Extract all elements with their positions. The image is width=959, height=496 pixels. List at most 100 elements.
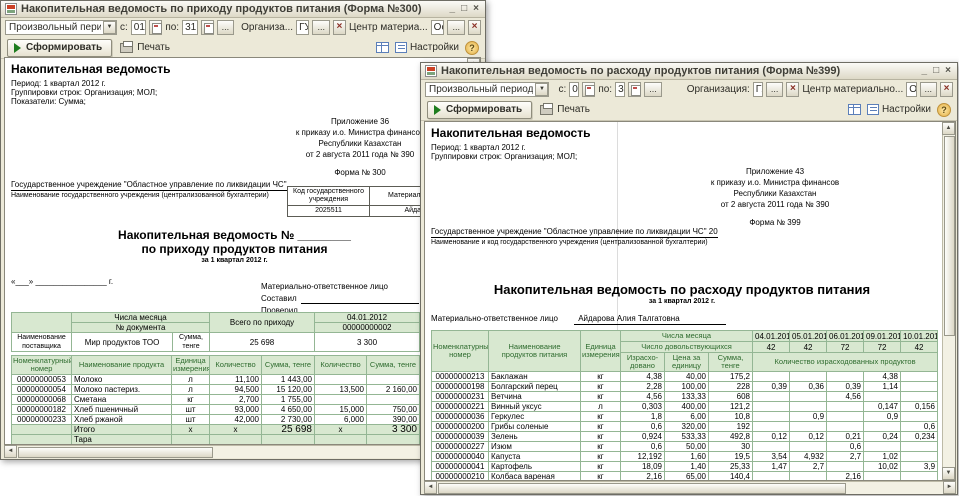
period-more-button[interactable]: ... [644, 82, 662, 97]
date-from-input[interactable]: 01.01.2012 [131, 20, 147, 35]
organization-clear-icon[interactable]: × [333, 20, 346, 35]
cell: 00000000054 [12, 385, 72, 395]
scrollbar-thumb[interactable] [438, 483, 846, 494]
filter-bar: Произвольный период ▼ с: 01.01.2012 по: … [421, 80, 957, 99]
date-from-input[interactable]: 01.01.2012 [569, 82, 579, 97]
material-center-field[interactable]: Основной скла [906, 82, 916, 97]
cell: 3,9 [901, 462, 938, 472]
cell: 0,6 [621, 442, 665, 452]
made-by-label: Составил [261, 294, 297, 304]
generate-button[interactable]: Сформировать [7, 39, 112, 57]
cell: 13,500 [315, 385, 367, 395]
material-center-field[interactable]: Основной [431, 20, 445, 35]
cell [262, 435, 315, 445]
horizontal-scrollbar[interactable]: ◄ ► [4, 445, 481, 458]
chevron-down-icon[interactable]: ▼ [103, 21, 116, 34]
cell: 0,924 [621, 432, 665, 442]
cell: 0,6 [827, 442, 864, 452]
date-to-input[interactable]: 31.03.2012 [615, 82, 625, 97]
cell: 0,12 [790, 432, 827, 442]
material-center-clear-icon[interactable]: × [468, 20, 481, 35]
table-view-icon[interactable] [376, 42, 389, 53]
vertical-scrollbar[interactable]: ▲ ▼ [942, 122, 955, 480]
cell: 72 [864, 342, 901, 353]
report-window-icon [5, 3, 17, 15]
settings-button[interactable]: Настройки [867, 104, 931, 115]
organization-field[interactable]: ГУ "Областное [753, 82, 763, 97]
minimize-button-icon[interactable]: _ [922, 66, 928, 76]
titlebar-form-300[interactable]: Накопительная ведомость по приходу проду… [1, 1, 485, 18]
period-preset-select[interactable]: Произвольный период ▼ [425, 82, 549, 97]
cell: 00000000200 [432, 422, 489, 432]
cell [790, 402, 827, 412]
horizontal-scrollbar[interactable]: ◄ ► [424, 481, 956, 494]
cell: 06.01.2012 [827, 331, 864, 342]
help-icon[interactable]: ? [937, 103, 951, 117]
close-button-icon[interactable]: × [945, 66, 951, 76]
table-row: 00000000053Молокол11,1001 443,00 [12, 375, 420, 385]
help-icon[interactable]: ? [465, 41, 479, 55]
maximize-button-icon[interactable]: □ [461, 4, 467, 14]
organization-field[interactable]: ГУ "Облас [296, 20, 309, 35]
cell: 0,36 [790, 382, 827, 392]
material-center-select-button[interactable]: ... [920, 82, 938, 97]
cell: 1 443,00 [262, 375, 315, 385]
cell [864, 392, 901, 402]
document-date: 04.01.2012 [315, 313, 420, 323]
cell: 175,2 [709, 372, 753, 382]
sum-label: Сумма, тенге [173, 333, 210, 352]
table-row: 00000000210Колбаса варенаякг2,1665,00140… [432, 472, 938, 482]
calendar-icon[interactable] [582, 82, 595, 97]
cell: 00000000053 [12, 375, 72, 385]
cell: 0,39 [827, 382, 864, 392]
cell: 192 [709, 422, 753, 432]
scrollbar-thumb[interactable] [944, 136, 955, 336]
table-view-icon[interactable] [848, 104, 861, 115]
organization-select-button[interactable]: ... [312, 20, 330, 35]
scroll-right-icon[interactable]: ► [943, 481, 956, 494]
calendar-icon[interactable] [149, 20, 162, 35]
cell [901, 412, 938, 422]
scroll-down-icon[interactable]: ▼ [942, 467, 955, 480]
maximize-button-icon[interactable]: □ [933, 66, 939, 76]
period-more-button[interactable]: ... [217, 20, 235, 35]
cell: 608 [709, 392, 753, 402]
cell: шт [172, 405, 210, 415]
print-button[interactable]: Печать [120, 42, 170, 53]
scroll-left-icon[interactable]: ◄ [4, 445, 17, 458]
cell: 19,5 [709, 452, 753, 462]
cell: 400,00 [665, 402, 709, 412]
scrollbar-thumb[interactable] [18, 447, 213, 458]
calendar-icon[interactable] [201, 20, 214, 35]
minimize-button-icon[interactable]: _ [450, 4, 456, 14]
cell: 1,47 [753, 462, 790, 472]
table-row: 00000000200Грибы соленыекг0,6320,001920,… [432, 422, 938, 432]
cell: Хлеб ржаной [72, 415, 172, 425]
date-to-input[interactable]: 31.03.2012 [182, 20, 198, 35]
cell: x [172, 425, 210, 435]
cell: 09.01.2012 [864, 331, 901, 342]
period-preset-select[interactable]: Произвольный период ▼ [5, 20, 117, 35]
organization-clear-icon[interactable]: × [786, 82, 799, 97]
print-button[interactable]: Печать [540, 104, 590, 115]
settings-button[interactable]: Настройки [395, 42, 459, 53]
titlebar-form-399[interactable]: Накопительная ведомость по расходу проду… [421, 63, 957, 80]
cell: 3,54 [753, 452, 790, 462]
organization-select-button[interactable]: ... [766, 82, 784, 97]
material-center-select-button[interactable]: ... [447, 20, 465, 35]
report-area-form-399: Накопительная ведомость Период: 1 кварта… [424, 121, 956, 481]
generate-button[interactable]: Сформировать [427, 101, 532, 119]
calendar-icon[interactable] [628, 82, 641, 97]
cell: 00000000233 [12, 415, 72, 425]
scroll-left-icon[interactable]: ◄ [424, 481, 437, 494]
scroll-up-icon[interactable]: ▲ [942, 122, 955, 135]
chevron-down-icon[interactable]: ▼ [535, 83, 548, 96]
close-button-icon[interactable]: × [473, 4, 479, 14]
cell: 0,24 [864, 432, 901, 442]
cell: 2,16 [621, 472, 665, 482]
cell [172, 435, 210, 445]
cell: 00000000036 [432, 412, 489, 422]
cell: 00000000182 [12, 405, 72, 415]
date-blank-line: «___» ________________ г. [11, 277, 113, 286]
material-center-clear-icon[interactable]: × [940, 82, 953, 97]
